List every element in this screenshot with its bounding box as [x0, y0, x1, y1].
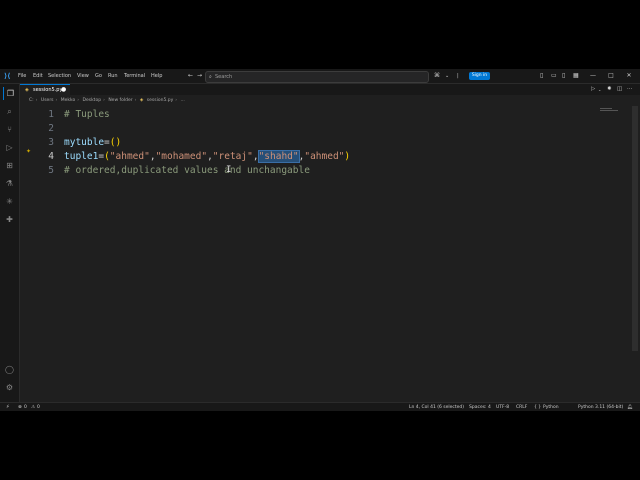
notifications-bell-icon[interactable]: 🔔︎: [627, 403, 633, 411]
code-token-string: "retaj": [212, 151, 253, 162]
customize-layout-icon[interactable]: ▦: [573, 69, 579, 83]
breadcrumb-item[interactable]: New folder: [108, 98, 132, 103]
breadcrumb: C: › Users › Mekko › Desktop › New folder › ◈…: [29, 98, 185, 103]
breadcrumb-item[interactable]: C:: [29, 98, 34, 103]
menu-run[interactable]: Run: [108, 69, 118, 83]
more-actions-icon[interactable]: ⋯: [627, 84, 633, 95]
warnings-icon[interactable]: ⚠: [31, 403, 35, 411]
language-mode[interactable]: Python: [543, 403, 559, 411]
nav-back-icon[interactable]: ←: [188, 69, 193, 83]
extensions-icon[interactable]: ⊞: [3, 159, 16, 172]
nav-forward-icon[interactable]: →: [197, 69, 202, 83]
tab-label: session5.py: [33, 87, 63, 93]
line-number: 4: [48, 151, 54, 162]
vertical-scrollbar[interactable]: [632, 106, 638, 351]
remote-explorer-icon[interactable]: ✳: [3, 195, 16, 208]
code-token-variable: mytuble: [64, 137, 105, 148]
tab-session5[interactable]: ◈ session5.py ●: [20, 84, 70, 95]
code-line[interactable]: # Tuples: [64, 109, 110, 120]
cursor-position[interactable]: Ln 4, Col 41 (6 selected): [409, 403, 464, 411]
code-token-string: "ahmed": [304, 151, 345, 162]
toggle-sidebar-icon[interactable]: ▯: [540, 69, 543, 83]
errors-icon[interactable]: ⊗: [18, 403, 22, 411]
menu-terminal[interactable]: Terminal: [124, 69, 145, 83]
python-icon[interactable]: ✚: [3, 213, 16, 226]
code-token-paren: (): [109, 137, 122, 148]
language-braces-icon[interactable]: { }: [534, 403, 541, 411]
testing-icon[interactable]: ⚗: [3, 177, 16, 190]
code-token-comma: ,: [252, 151, 259, 162]
maximize-icon[interactable]: □: [604, 69, 618, 83]
search-box[interactable]: ⌕ Search: [205, 71, 429, 83]
sign-in-button[interactable]: Sign in: [469, 72, 490, 80]
line-number: 2: [48, 123, 54, 134]
menu-edit[interactable]: Edit: [33, 69, 43, 83]
line-number: 3: [48, 137, 54, 148]
run-menu-chevron-icon[interactable]: ⌄: [598, 84, 601, 95]
minimize-icon[interactable]: —: [586, 69, 600, 83]
search-placeholder: Search: [215, 74, 233, 80]
menu-file[interactable]: File: [18, 69, 26, 83]
code-token-variable: tuple1: [64, 151, 99, 162]
minimap[interactable]: [600, 108, 618, 111]
status-bar: ⚡ ⊗ 0 ⚠ 0 Ln 4, Col 41 (6 selected) Spac…: [0, 402, 640, 411]
encoding[interactable]: UTF-8: [496, 403, 509, 411]
code-token-paren: ): [344, 151, 351, 162]
breadcrumb-item[interactable]: Users: [41, 98, 54, 103]
copilot-icon[interactable]: ⌘: [434, 69, 440, 83]
menu-help[interactable]: Help: [151, 69, 162, 83]
remote-indicator-icon[interactable]: ⚡: [6, 403, 10, 411]
code-line[interactable]: # ordered,duplicated values and unchanga…: [64, 165, 310, 176]
warnings-count[interactable]: 0: [37, 403, 40, 411]
source-control-icon[interactable]: ⑂: [3, 123, 16, 136]
vscode-window: ⟩⟨ File Edit Selection View Go Run Termi…: [0, 69, 640, 411]
end-of-line[interactable]: CRLF: [516, 403, 527, 411]
menu-selection[interactable]: Selection: [48, 69, 71, 83]
breadcrumb-item[interactable]: session5.py: [147, 98, 173, 103]
breadcrumb-item[interactable]: Mekko: [61, 98, 75, 103]
code-line[interactable]: mytuble=(): [64, 137, 121, 148]
activity-bar: ❐ ⌕ ⑂ ▷ ⊞ ⚗ ✳ ✚ ◯ ⚙: [0, 84, 20, 402]
vscode-logo-icon: ⟩⟨: [4, 72, 11, 80]
editor-tab-bar: ◈ session5.py ● ▷ ⌄ ✸ ◫ ⋯: [20, 84, 640, 95]
line-number: 1: [48, 109, 54, 120]
toggle-panel-icon[interactable]: ▭: [551, 69, 557, 83]
code-token-string: "mohamed": [155, 151, 208, 162]
breadcrumb-item[interactable]: Desktop: [83, 98, 102, 103]
code-line[interactable]: tuple1=("ahmed","mohamed","retaj","shahd…: [64, 150, 351, 163]
close-tab-icon[interactable]: ●: [61, 85, 66, 95]
errors-count[interactable]: 0: [24, 403, 27, 411]
search-view-icon[interactable]: ⌕: [3, 105, 16, 118]
breadcrumb-item[interactable]: ...: [181, 98, 185, 103]
settings-gear-icon[interactable]: ⚙: [3, 381, 16, 394]
toggle-secondary-sidebar-icon[interactable]: ▯: [562, 69, 565, 83]
code-editor[interactable]: 1 # Tuples 2 3 mytuble=() ✦ 4 tuple1=("a…: [20, 106, 638, 402]
title-bar: ⟩⟨ File Edit Selection View Go Run Termi…: [0, 69, 640, 84]
code-token-string-selected: "shahd": [257, 150, 300, 163]
mouse-ibeam-cursor: I: [226, 165, 232, 175]
python-file-icon: ◈: [139, 98, 144, 103]
line-number: 5: [48, 165, 54, 176]
code-token-string: "ahmed": [109, 151, 150, 162]
split-editor-icon[interactable]: ◫: [617, 84, 622, 95]
run-debug-icon[interactable]: ▷: [3, 141, 16, 154]
copilot-sparkle-icon[interactable]: ✸: [607, 84, 612, 95]
python-file-icon: ◈: [25, 87, 29, 93]
menu-view[interactable]: View: [77, 69, 89, 83]
run-python-file-icon[interactable]: ▷: [591, 84, 595, 95]
explorer-icon[interactable]: ❐: [3, 87, 17, 100]
separator-icon: |: [457, 73, 459, 79]
account-icon[interactable]: ◯: [3, 363, 16, 376]
python-interpreter[interactable]: Python 3.11 (64-bit): [578, 403, 623, 411]
indentation[interactable]: Spaces: 4: [469, 403, 491, 411]
close-icon[interactable]: ✕: [622, 69, 636, 83]
chevron-down-icon[interactable]: ⌄: [445, 69, 449, 83]
menu-go[interactable]: Go: [95, 69, 102, 83]
search-icon: ⌕: [209, 74, 212, 80]
